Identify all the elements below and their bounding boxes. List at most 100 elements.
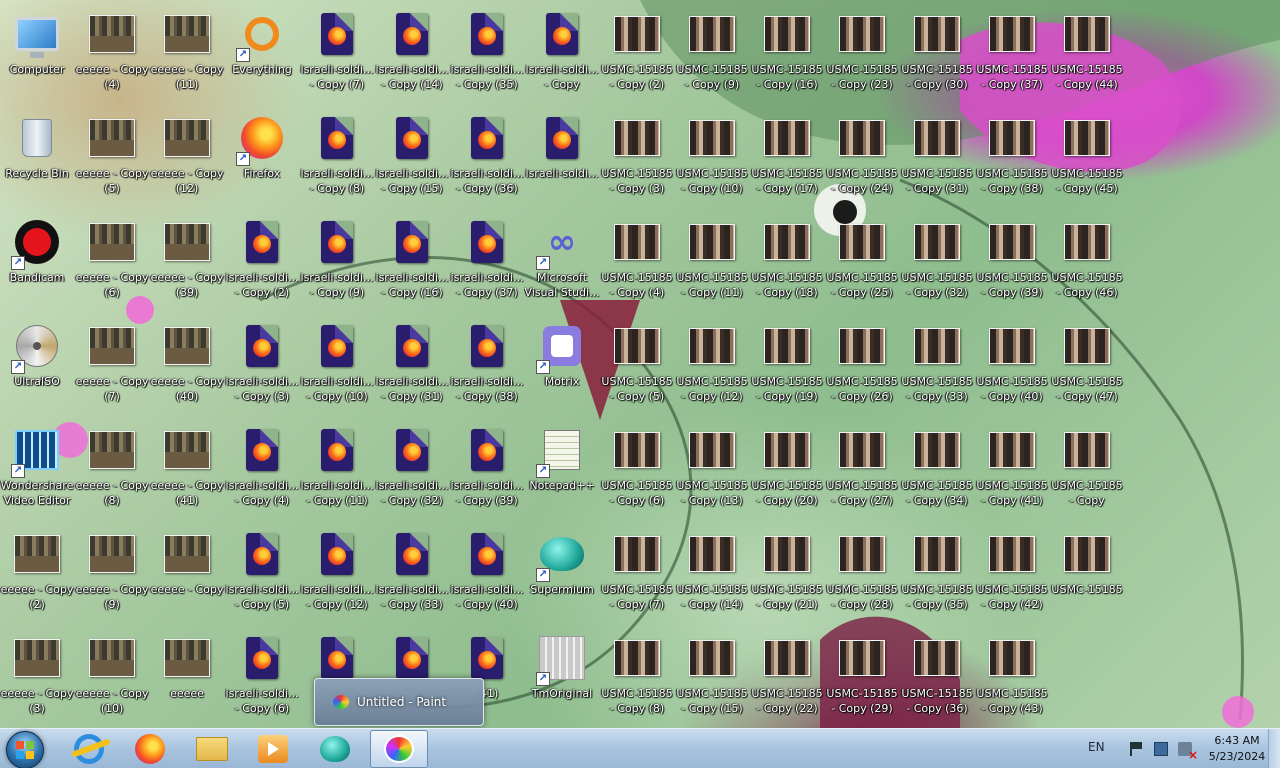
- desktop-icon[interactable]: USMC-15185 - Copy (13): [674, 420, 750, 516]
- desktop-icon[interactable]: USMC-15185 - Copy (36): [899, 628, 975, 724]
- desktop-icon[interactable]: israeli-soldi... - Copy (9): [299, 212, 375, 308]
- desktop-icon[interactable]: USMC-15185 - Copy (4): [599, 212, 675, 308]
- desktop-icon[interactable]: Computer: [0, 4, 75, 100]
- desktop-icon[interactable]: USMC-15185 - Copy (47): [1049, 316, 1125, 412]
- desktop-icon[interactable]: eeeee - Copy (41): [149, 420, 225, 516]
- desktop-icon[interactable]: USMC-15185 - Copy (41): [974, 420, 1050, 516]
- desktop-icon[interactable]: israeli-soldi... - Copy (12): [299, 524, 375, 620]
- desktop-icon[interactable]: USMC-15185 - Copy (11): [674, 212, 750, 308]
- desktop-icon[interactable]: USMC-15185 - Copy (9): [674, 4, 750, 100]
- desktop-icon[interactable]: USMC-15185 - Copy (30): [899, 4, 975, 100]
- desktop-icon[interactable]: israeli-soldi... - Copy (2): [224, 212, 300, 308]
- desktop-icon[interactable]: eeeee - Copy (4): [74, 4, 150, 100]
- desktop-icon[interactable]: israeli-soldi...: [524, 108, 600, 204]
- desktop-icon[interactable]: israeli-soldi... - Copy (31): [374, 316, 450, 412]
- desktop-icon[interactable]: USMC-15185 - Copy (33): [899, 316, 975, 412]
- desktop-icon[interactable]: USMC-15185 - Copy (24): [824, 108, 900, 204]
- desktop-icon[interactable]: USMC-15185 - Copy (18): [749, 212, 825, 308]
- desktop-icon[interactable]: eeeee - Copy (10): [74, 628, 150, 724]
- desktop-icon[interactable]: USMC-15185 - Copy (15): [674, 628, 750, 724]
- desktop-icon[interactable]: ↗ UltraISO: [0, 316, 75, 412]
- taskbar-firefox[interactable]: [121, 730, 179, 768]
- desktop-icon[interactable]: israeli-soldi... - Copy (5): [224, 524, 300, 620]
- volume-muted-icon[interactable]: [1178, 742, 1198, 762]
- desktop-icon[interactable]: USMC-15185 - Copy (22): [749, 628, 825, 724]
- desktop-icon[interactable]: USMC-15185 - Copy (29): [824, 628, 900, 724]
- desktop-icon[interactable]: USMC-15185 - Copy (19): [749, 316, 825, 412]
- desktop-icon[interactable]: eeeee - Copy (11): [149, 4, 225, 100]
- desktop-icon[interactable]: USMC-15185 - Copy (6): [599, 420, 675, 516]
- desktop-icon[interactable]: eeeee - Copy (3): [0, 628, 75, 724]
- desktop-icon[interactable]: USMC-15185 - Copy (46): [1049, 212, 1125, 308]
- desktop-icon[interactable]: USMC-15185 - Copy (8): [599, 628, 675, 724]
- desktop-icon[interactable]: USMC-15185 - Copy (43): [974, 628, 1050, 724]
- desktop-icon[interactable]: eeeee - Copy (7): [74, 316, 150, 412]
- taskbar-supermium[interactable]: [306, 730, 364, 768]
- desktop-icon[interactable]: USMC-15185 - Copy (16): [749, 4, 825, 100]
- desktop[interactable]: Computer Recycle Bin ↗ Bandicam ↗ UltraISO ↗ Wo…: [0, 0, 1280, 728]
- desktop-icon[interactable]: USMC-15185 - Copy (35): [899, 524, 975, 620]
- desktop-icon[interactable]: eeeee - Copy (6): [74, 212, 150, 308]
- desktop-icon[interactable]: USMC-15185 - Copy (26): [824, 316, 900, 412]
- desktop-icon[interactable]: USMC-15185 - Copy (37): [974, 4, 1050, 100]
- action-center-flag-icon[interactable]: [1130, 742, 1144, 756]
- desktop-icon[interactable]: USMC-15185 - Copy (40): [974, 316, 1050, 412]
- desktop-icon[interactable]: eeeee - Copy: [149, 524, 225, 620]
- desktop-icon[interactable]: israeli-soldi... - Copy (16): [374, 212, 450, 308]
- start-button[interactable]: [6, 731, 44, 768]
- taskbar-internet-explorer[interactable]: [60, 730, 118, 768]
- desktop-icon[interactable]: ↗ Firefox: [224, 108, 300, 204]
- desktop-icon[interactable]: USMC-15185 - Copy (28): [824, 524, 900, 620]
- desktop-icon[interactable]: USMC-15185 - Copy (34): [899, 420, 975, 516]
- taskbar-media-player[interactable]: [244, 730, 302, 768]
- desktop-icon[interactable]: eeeee - Copy (8): [74, 420, 150, 516]
- clock[interactable]: 6:43 AM 5/23/2024: [1206, 733, 1268, 765]
- desktop-icon[interactable]: USMC-15185: [1049, 524, 1125, 620]
- desktop-icon[interactable]: ∞ ↗ Microsoft Visual Studi...: [524, 212, 600, 308]
- desktop-icon[interactable]: israeli-soldi... - Copy (8): [299, 108, 375, 204]
- desktop-icon[interactable]: israeli-soldi... - Copy (15): [374, 108, 450, 204]
- desktop-icon[interactable]: USMC-15185 - Copy (7): [599, 524, 675, 620]
- desktop-icon[interactable]: USMC-15185 - Copy (45): [1049, 108, 1125, 204]
- desktop-icon[interactable]: israeli-soldi... - Copy (40): [449, 524, 525, 620]
- desktop-icon[interactable]: USMC-15185 - Copy (12): [674, 316, 750, 412]
- desktop-icon[interactable]: israeli-soldi... - Copy (7): [299, 4, 375, 100]
- taskbar-thumbnail-popup[interactable]: Untitled - Paint: [314, 678, 484, 726]
- desktop-icon[interactable]: israeli-soldi... - Copy (33): [374, 524, 450, 620]
- desktop-icon[interactable]: ↗ Wondershare Video Editor: [0, 420, 75, 516]
- desktop-icon[interactable]: USMC-15185 - Copy (20): [749, 420, 825, 516]
- desktop-icon[interactable]: israeli-soldi... - Copy (11): [299, 420, 375, 516]
- desktop-icon[interactable]: USMC-15185 - Copy (38): [974, 108, 1050, 204]
- desktop-icon[interactable]: USMC-15185 - Copy (31): [899, 108, 975, 204]
- taskbar-file-explorer[interactable]: [183, 730, 241, 768]
- desktop-icon[interactable]: ↗ TmOriginal: [524, 628, 600, 724]
- desktop-icon[interactable]: israeli-soldi... - Copy (39): [449, 420, 525, 516]
- desktop-icon[interactable]: USMC-15185 - Copy (39): [974, 212, 1050, 308]
- desktop-icon[interactable]: israeli-soldi... - Copy (4): [224, 420, 300, 516]
- desktop-icon[interactable]: israeli-soldi... - Copy: [524, 4, 600, 100]
- desktop-icon[interactable]: israeli-soldi... - Copy (6): [224, 628, 300, 724]
- desktop-icon[interactable]: israeli-soldi... - Copy (38): [449, 316, 525, 412]
- desktop-icon[interactable]: USMC-15185 - Copy (5): [599, 316, 675, 412]
- desktop-icon[interactable]: israeli-soldi... - Copy (37): [449, 212, 525, 308]
- desktop-icon[interactable]: ↗ Supermium: [524, 524, 600, 620]
- desktop-icon[interactable]: eeeee - Copy (40): [149, 316, 225, 412]
- desktop-icon[interactable]: eeeee - Copy (39): [149, 212, 225, 308]
- desktop-icon[interactable]: eeeee - Copy (9): [74, 524, 150, 620]
- taskbar-paint[interactable]: [370, 730, 428, 768]
- desktop-icon[interactable]: eeeee - Copy (2): [0, 524, 75, 620]
- desktop-icon[interactable]: USMC-15185 - Copy (23): [824, 4, 900, 100]
- desktop-icon[interactable]: ↗ Motrix: [524, 316, 600, 412]
- desktop-icon[interactable]: eeeee - Copy (5): [74, 108, 150, 204]
- desktop-icon[interactable]: israeli-soldi... - Copy (3): [224, 316, 300, 412]
- desktop-icon[interactable]: israeli-soldi... - Copy (32): [374, 420, 450, 516]
- desktop-icon[interactable]: eeeee: [149, 628, 225, 724]
- desktop-icon[interactable]: ↗ Everything: [224, 4, 300, 100]
- desktop-icon[interactable]: USMC-15185 - Copy (32): [899, 212, 975, 308]
- desktop-icon[interactable]: USMC-15185 - Copy (10): [674, 108, 750, 204]
- desktop-icon[interactable]: USMC-15185 - Copy (25): [824, 212, 900, 308]
- desktop-icon[interactable]: USMC-15185 - Copy (3): [599, 108, 675, 204]
- show-desktop-button[interactable]: [1268, 729, 1280, 768]
- desktop-icon[interactable]: ↗ Notepad++: [524, 420, 600, 516]
- desktop-icon[interactable]: ↗ Bandicam: [0, 212, 75, 308]
